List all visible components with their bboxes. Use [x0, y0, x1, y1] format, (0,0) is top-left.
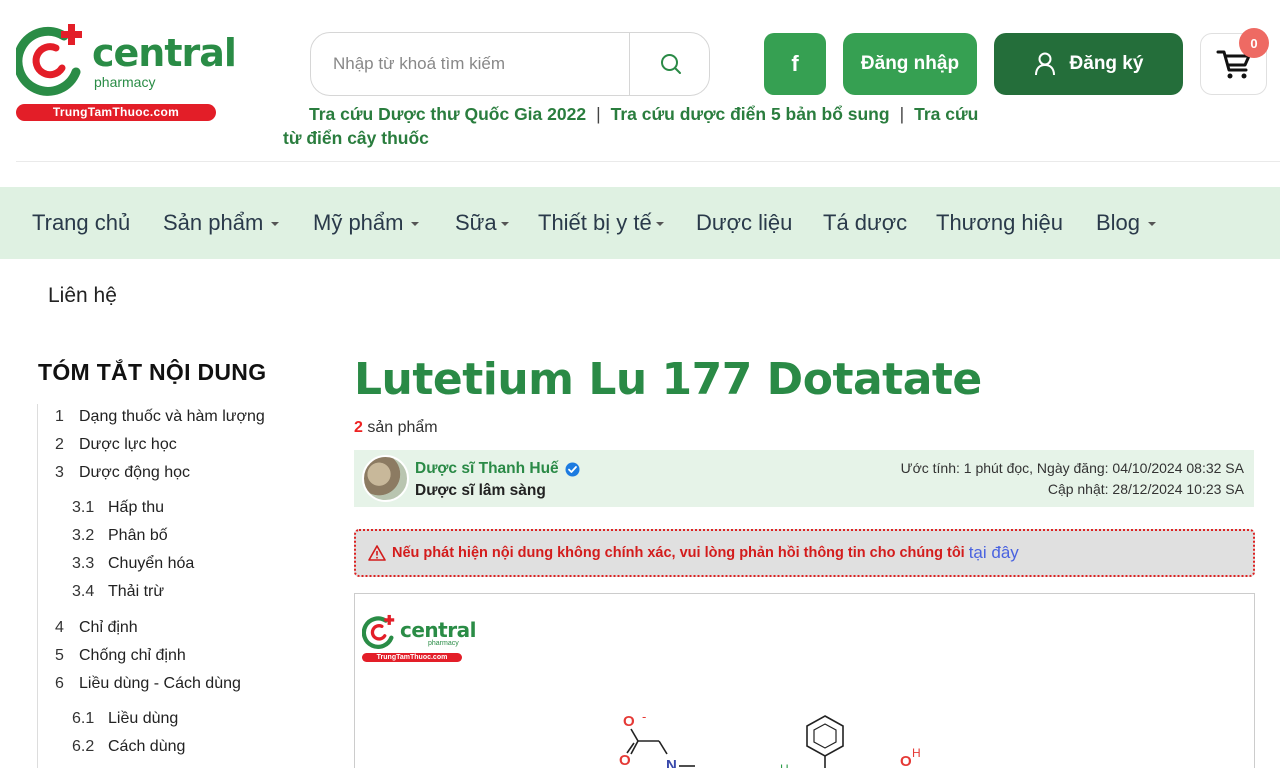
- quick-link-cay-thuoc[interactable]: từ điển cây thuốc: [283, 128, 429, 148]
- author-role: Dược sĩ lâm sàng: [415, 482, 546, 499]
- product-count-number: 2: [354, 419, 363, 436]
- toc-item[interactable]: 5 Chống chỉ định: [55, 647, 186, 665]
- search-button[interactable]: [629, 33, 709, 95]
- site-logo[interactable]: central pharmacy TrungTamThuoc.com: [16, 22, 237, 122]
- meta-published: Ước tính: 1 phút đọc, Ngày đăng: 04/10/2…: [900, 460, 1244, 476]
- nav-item-home[interactable]: Trang chủ: [32, 187, 130, 259]
- author-box: Dược sĩ Thanh Huế Dược sĩ lâm sàng Ước t…: [354, 450, 1254, 507]
- register-label: Đăng ký: [1069, 53, 1144, 74]
- nav-item-contact[interactable]: Liên hệ: [48, 284, 117, 308]
- verified-badge-icon: [565, 462, 580, 476]
- toc-item[interactable]: 6.1 Liều dùng: [72, 710, 178, 728]
- search-icon: [660, 54, 681, 74]
- feedback-link[interactable]: tại đây: [969, 543, 1019, 563]
- nav-item-blog[interactable]: Blog: [1096, 187, 1157, 259]
- atom-o-minus: O: [623, 713, 635, 730]
- bond: [658, 740, 668, 755]
- logo-mark-icon: [16, 24, 82, 96]
- chevron-down-icon: [1148, 222, 1157, 226]
- toc-item[interactable]: 6 Liều dùng - Cách dùng: [55, 675, 241, 693]
- page-title: Lutetium Lu 177 Dotatate: [354, 354, 982, 405]
- atom-oh-o: O: [900, 753, 912, 768]
- nav-item-brands[interactable]: Thương hiệu: [936, 187, 1063, 259]
- main-nav: Trang chủ Sản phẩm Mỹ phẩm Sữa Thiết bị …: [0, 187, 1280, 259]
- benzene-ring: [806, 715, 844, 757]
- search-input[interactable]: [311, 33, 629, 95]
- structure-image: central pharmacy TrungTamThuoc.com O - O…: [354, 593, 1255, 768]
- meta-updated: Cập nhật: 28/12/2024 10:23 SA: [1047, 481, 1244, 497]
- logo-tagline: pharmacy: [94, 74, 156, 90]
- quick-link-tra-cuu[interactable]: Tra cứu: [914, 104, 978, 124]
- toc-item[interactable]: 6.2 Cách dùng: [72, 738, 185, 756]
- charge-minus: -: [642, 709, 646, 724]
- toc-item[interactable]: 3.2 Phân bố: [72, 527, 168, 545]
- product-count: 2 sản phẩm: [354, 419, 438, 437]
- atom-h: H: [780, 762, 789, 768]
- login-button[interactable]: Đăng nhập: [843, 33, 977, 95]
- author-name-link[interactable]: Dược sĩ Thanh Huế: [415, 460, 580, 478]
- logo-domain-bar: TrungTamThuoc.com: [16, 104, 216, 121]
- logo-wordmark: central: [92, 31, 237, 75]
- header-divider: [16, 161, 1280, 162]
- chevron-down-icon: [655, 222, 664, 226]
- toc-item[interactable]: 3.3 Chuyển hóa: [72, 555, 194, 573]
- nav-item-products[interactable]: Sản phẩm: [163, 187, 280, 259]
- toc-divider: [37, 404, 38, 768]
- nav-item-excipients[interactable]: Tá dược: [823, 187, 907, 259]
- toc-item[interactable]: 3.1 Hấp thu: [72, 499, 164, 517]
- chevron-down-icon: [500, 222, 509, 226]
- author-name: Dược sĩ Thanh Huế: [415, 460, 559, 477]
- chevron-down-icon: [271, 222, 280, 226]
- atom-n: N: [666, 757, 677, 768]
- atom-oh-h: H: [912, 746, 921, 760]
- toc-title: TÓM TẮT NỘI DUNG: [38, 359, 267, 385]
- cart-count-badge: 0: [1239, 28, 1269, 58]
- toc-item[interactable]: 3.4 Thải trừ: [72, 583, 164, 601]
- facebook-login-button[interactable]: f: [764, 33, 826, 95]
- article-meta: Ước tính: 1 phút đọc, Ngày đăng: 04/10/2…: [901, 458, 1244, 500]
- warning-icon: [368, 545, 386, 561]
- search-box: [310, 32, 710, 96]
- toc-item[interactable]: 2 Dược lực học: [55, 436, 177, 454]
- user-icon: [1034, 52, 1055, 76]
- quick-link-duoc-dien[interactable]: Tra cứu dược điển 5 bản bổ sung: [611, 104, 890, 124]
- facebook-icon: f: [791, 51, 799, 76]
- chemical-structure-diagram: O - O N H O H: [619, 709, 921, 768]
- product-count-suffix: sản phẩm: [367, 419, 438, 436]
- quick-link-duoc-thu[interactable]: Tra cứu Dược thư Quốc Gia 2022: [309, 104, 586, 124]
- benzene-inner: [813, 723, 837, 749]
- toc-item[interactable]: 4 Chỉ định: [55, 619, 138, 637]
- bond: [630, 740, 639, 755]
- quick-links: Tra cứu Dược thư Quốc Gia 2022 | Tra cứu d…: [283, 104, 979, 148]
- bond: [630, 728, 639, 742]
- atom-o: O: [619, 752, 631, 768]
- nav-item-medical-devices[interactable]: Thiết bị y tế: [538, 187, 664, 259]
- nav-item-cosmetics[interactable]: Mỹ phẩm: [313, 187, 420, 259]
- nav-item-milk[interactable]: Sữa: [455, 187, 509, 259]
- chevron-down-icon: [411, 222, 420, 226]
- login-label: Đăng nhập: [860, 53, 960, 74]
- feedback-alert: Nếu phát hiện nội dung không chính xác, …: [354, 529, 1255, 577]
- register-button[interactable]: Đăng ký: [994, 33, 1183, 95]
- toc-item[interactable]: 3 Dược động học: [55, 464, 190, 482]
- avatar[interactable]: [362, 455, 409, 502]
- nav-item-herbal[interactable]: Dược liệu: [696, 187, 792, 259]
- alert-text: Nếu phát hiện nội dung không chính xác, …: [392, 545, 965, 561]
- toc-item[interactable]: 1 Dạng thuốc và hàm lượng: [55, 408, 265, 426]
